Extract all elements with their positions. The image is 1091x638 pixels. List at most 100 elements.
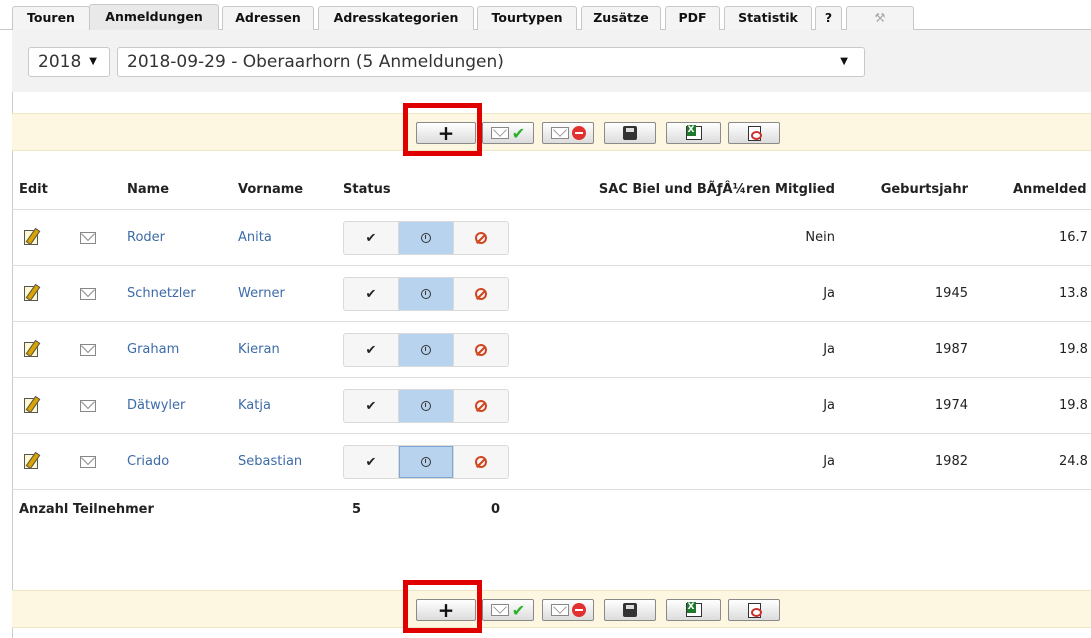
ban-icon bbox=[475, 400, 487, 412]
row-divider bbox=[12, 265, 1091, 266]
row-divider bbox=[12, 489, 1091, 490]
row-name[interactable]: Criado bbox=[127, 454, 169, 469]
clock-icon bbox=[421, 457, 431, 467]
mail-rejected-button[interactable] bbox=[542, 599, 594, 621]
status-reject-button[interactable] bbox=[454, 222, 508, 254]
edit-icon[interactable] bbox=[24, 454, 38, 469]
tab-pdf[interactable]: PDF bbox=[665, 6, 720, 30]
export-excel-button[interactable] bbox=[666, 122, 721, 144]
envelope-icon[interactable] bbox=[80, 344, 96, 356]
ban-icon bbox=[475, 288, 487, 300]
tab-help[interactable]: ? bbox=[815, 6, 842, 30]
row-anmelde: 19.8 bbox=[1059, 398, 1088, 413]
ban-icon bbox=[475, 232, 487, 244]
toolbar-top: + ✔ bbox=[12, 113, 1091, 151]
tab-adresskategorien[interactable]: Adresskategorien bbox=[318, 6, 474, 30]
status-pending-button[interactable] bbox=[398, 390, 454, 422]
toolbar-bottom: + ✔ bbox=[12, 590, 1091, 628]
check-icon: ✔ bbox=[365, 398, 377, 414]
row-vorname[interactable]: Sebastian bbox=[238, 454, 302, 469]
status-toggle: ✔ bbox=[343, 445, 509, 479]
status-confirm-button[interactable]: ✔ bbox=[344, 278, 398, 310]
participant-count-rejected: 0 bbox=[491, 502, 501, 517]
ban-icon bbox=[475, 456, 487, 468]
export-pdf-button[interactable] bbox=[728, 122, 780, 144]
row-vorname[interactable]: Werner bbox=[238, 286, 285, 301]
status-confirm-button[interactable]: ✔ bbox=[344, 334, 398, 366]
status-pending-button[interactable] bbox=[398, 222, 454, 254]
row-anmelde: 24.8 bbox=[1059, 454, 1088, 469]
save-button[interactable] bbox=[604, 599, 656, 621]
tour-select-value: 2018-09-29 - Oberaarhorn (5 Anmeldungen) bbox=[127, 52, 504, 72]
col-header-vorname: Vorname bbox=[238, 182, 304, 197]
row-name[interactable]: Roder bbox=[127, 230, 165, 245]
excel-icon bbox=[685, 125, 702, 140]
tab-touren[interactable]: Touren bbox=[12, 6, 90, 30]
edit-icon[interactable] bbox=[24, 398, 38, 413]
wrench-icon: ⚒ bbox=[874, 10, 886, 25]
tab-settings[interactable]: ⚒ bbox=[846, 6, 914, 30]
status-pending-button[interactable] bbox=[398, 334, 454, 366]
save-button[interactable] bbox=[604, 122, 656, 144]
status-confirm-button[interactable]: ✔ bbox=[344, 390, 398, 422]
row-name[interactable]: Graham bbox=[127, 342, 179, 357]
row-name[interactable]: Schnetzler bbox=[127, 286, 196, 301]
status-reject-button[interactable] bbox=[454, 390, 508, 422]
status-pending-button[interactable] bbox=[398, 446, 454, 478]
row-divider bbox=[12, 321, 1091, 322]
tab-statistik[interactable]: Statistik bbox=[724, 6, 812, 30]
status-confirm-button[interactable]: ✔ bbox=[344, 446, 398, 478]
export-pdf-button[interactable] bbox=[728, 599, 780, 621]
envelope-icon[interactable] bbox=[80, 288, 96, 300]
participant-count-label: Anzahl Teilnehmer bbox=[19, 502, 154, 517]
row-birth: 1945 bbox=[934, 286, 968, 301]
col-header-status: Status bbox=[343, 182, 391, 197]
envelope-icon[interactable] bbox=[80, 400, 96, 412]
tab-zusaetze[interactable]: Zusätze bbox=[581, 6, 661, 30]
highlight-box-bottom bbox=[403, 580, 482, 633]
status-reject-button[interactable] bbox=[454, 446, 508, 478]
highlight-box-top bbox=[403, 103, 482, 156]
status-reject-button[interactable] bbox=[454, 334, 508, 366]
edit-icon[interactable] bbox=[24, 342, 38, 357]
envelope-icon bbox=[490, 604, 509, 616]
year-select[interactable]: 2018 ▼ bbox=[28, 47, 110, 77]
row-member: Ja bbox=[823, 398, 835, 413]
col-header-edit: Edit bbox=[19, 182, 48, 197]
col-header-member: SAC Biel und BÃƒÂ¼ren Mitglied bbox=[598, 182, 835, 197]
row-member: Ja bbox=[823, 286, 835, 301]
edit-icon[interactable] bbox=[24, 286, 38, 301]
tab-anmeldungen[interactable]: Anmeldungen bbox=[89, 4, 219, 30]
export-excel-button[interactable] bbox=[666, 599, 721, 621]
floppy-icon bbox=[623, 126, 637, 140]
mail-rejected-button[interactable] bbox=[542, 122, 594, 144]
stop-icon bbox=[571, 126, 586, 140]
row-vorname[interactable]: Kieran bbox=[238, 342, 280, 357]
tab-bar: Touren Anmeldungen Adressen Adresskatego… bbox=[0, 0, 1091, 30]
row-member: Ja bbox=[823, 342, 835, 357]
edit-icon[interactable] bbox=[24, 230, 38, 245]
excel-icon bbox=[685, 602, 702, 617]
tour-select[interactable]: 2018-09-29 - Oberaarhorn (5 Anmeldungen)… bbox=[117, 47, 865, 77]
row-anmelde: 13.8 bbox=[1059, 286, 1088, 301]
clock-icon bbox=[421, 233, 431, 243]
check-icon: ✔ bbox=[365, 286, 377, 302]
envelope-icon bbox=[550, 604, 569, 616]
row-name[interactable]: Dätwyler bbox=[127, 398, 185, 413]
envelope-icon[interactable] bbox=[80, 232, 96, 244]
status-reject-button[interactable] bbox=[454, 278, 508, 310]
floppy-icon bbox=[623, 603, 637, 617]
ban-icon bbox=[475, 344, 487, 356]
chevron-down-icon: ▼ bbox=[840, 56, 848, 67]
status-confirm-button[interactable]: ✔ bbox=[344, 222, 398, 254]
mail-confirmed-button[interactable]: ✔ bbox=[482, 599, 534, 621]
status-pending-button[interactable] bbox=[398, 278, 454, 310]
envelope-icon[interactable] bbox=[80, 456, 96, 468]
row-vorname[interactable]: Katja bbox=[238, 398, 271, 413]
tab-adressen[interactable]: Adressen bbox=[222, 6, 314, 30]
row-vorname[interactable]: Anita bbox=[238, 230, 272, 245]
check-icon: ✔ bbox=[365, 230, 377, 246]
mail-confirmed-button[interactable]: ✔ bbox=[482, 122, 534, 144]
year-select-value: 2018 bbox=[38, 52, 82, 72]
tab-tourtypen[interactable]: Tourtypen bbox=[477, 6, 577, 30]
